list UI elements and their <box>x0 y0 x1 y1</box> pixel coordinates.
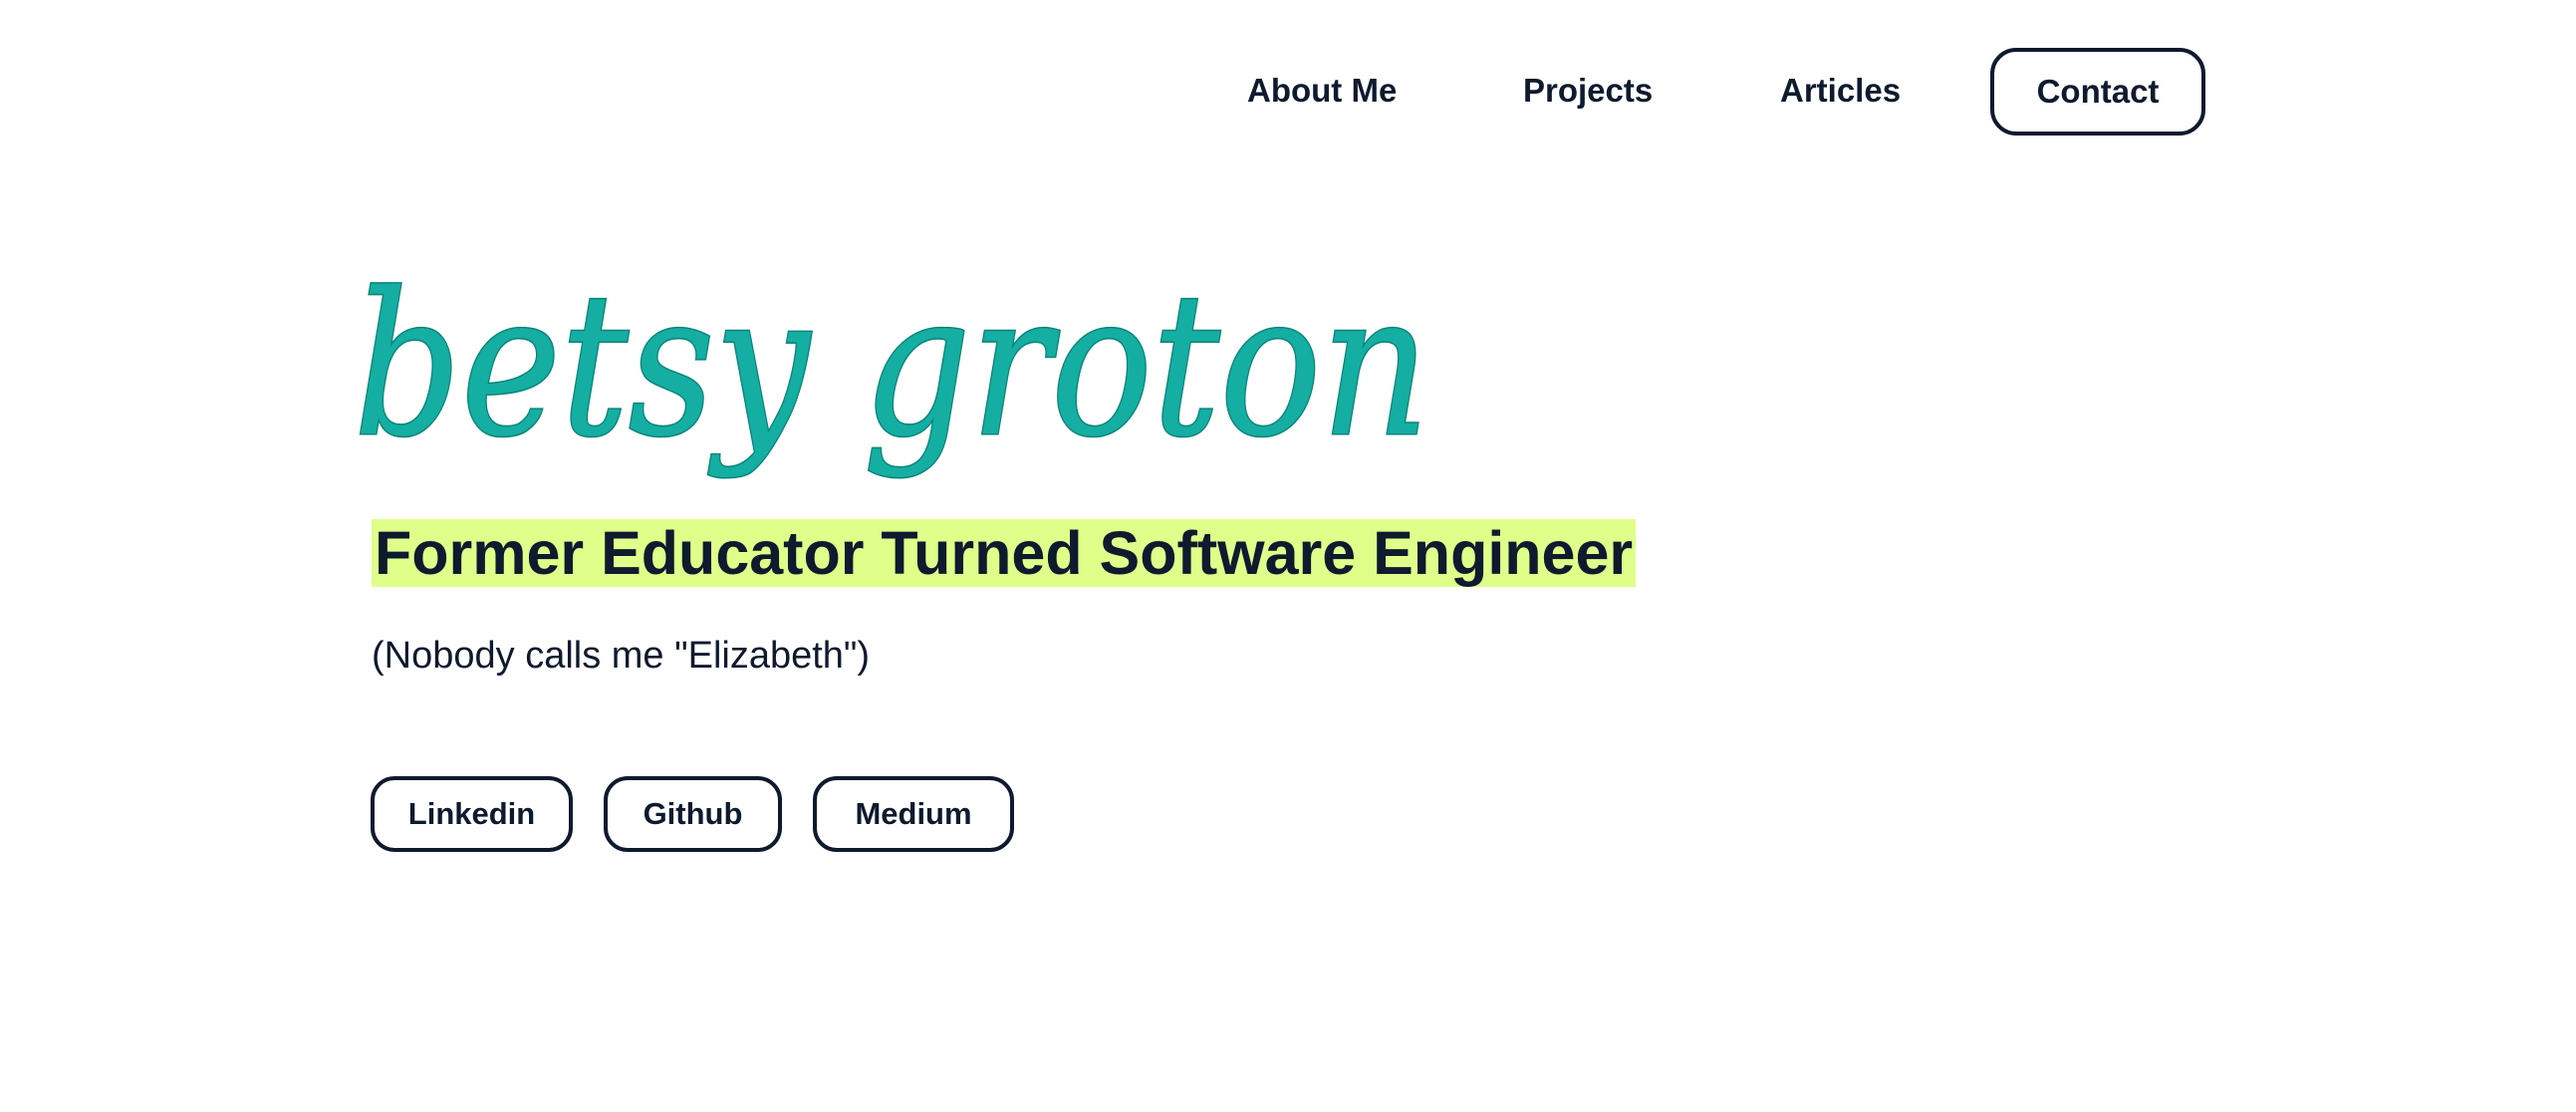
medium-button[interactable]: Medium <box>813 776 1014 852</box>
github-button[interactable]: Github <box>604 776 782 852</box>
nav-link-about-me[interactable]: About Me <box>1247 48 1397 134</box>
site-logo: betsy groton <box>353 249 1459 508</box>
logo-text: betsy groton <box>354 250 1429 480</box>
nav-link-projects[interactable]: Projects <box>1523 48 1653 134</box>
contact-button[interactable]: Contact <box>1990 48 2205 136</box>
page-headline: Former Educator Turned Software Engineer <box>372 519 1637 587</box>
top-navigation: About Me Projects Articles Contact <box>0 48 2576 136</box>
page-subtitle: (Nobody calls me "Elizabeth") <box>372 635 871 677</box>
linkedin-button[interactable]: Linkedin <box>371 776 573 852</box>
logo-script-graphic: betsy groton <box>353 249 1431 482</box>
nav-link-articles[interactable]: Articles <box>1780 48 1901 134</box>
